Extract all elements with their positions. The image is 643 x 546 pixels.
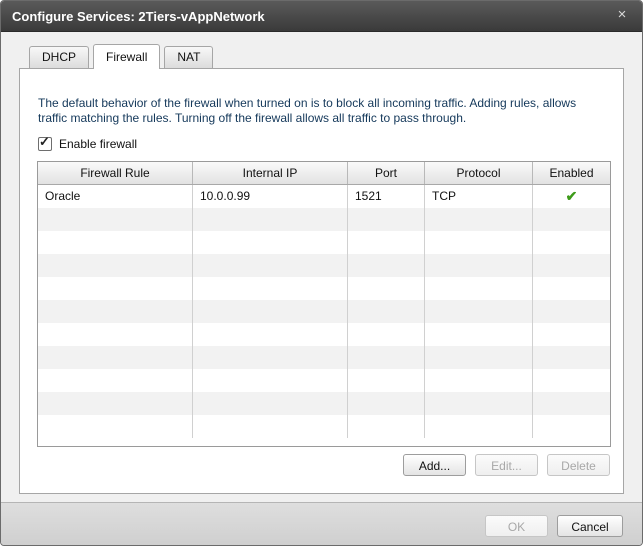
enabled-check-icon: ✔: [565, 188, 578, 204]
ok-button[interactable]: OK: [485, 515, 548, 537]
enable-firewall-checkbox[interactable]: ✓: [38, 134, 52, 151]
empty-table-row: [38, 300, 610, 323]
firewall-rules-table: Firewall Rule Internal IP Port Protocol …: [37, 161, 611, 447]
empty-table-row: [38, 392, 610, 415]
add-rule-button[interactable]: Add...: [403, 454, 466, 476]
firewall-panel: The default behavior of the firewall whe…: [19, 68, 624, 494]
column-header-firewall-rule[interactable]: Firewall Rule: [38, 162, 193, 184]
empty-table-row: [38, 369, 610, 392]
empty-table-row: [38, 208, 610, 231]
empty-table-row: [38, 323, 610, 346]
cancel-button[interactable]: Cancel: [557, 515, 623, 537]
title-bar[interactable]: Configure Services: 2Tiers-vAppNetwork ×: [1, 1, 642, 32]
firewall-description: The default behavior of the firewall whe…: [38, 96, 577, 125]
dialog-body: DHCP Firewall NAT The default behavior o…: [1, 32, 642, 502]
column-header-port[interactable]: Port: [348, 162, 425, 184]
configure-services-dialog: Configure Services: 2Tiers-vAppNetwork ×…: [0, 0, 643, 546]
column-header-internal-ip[interactable]: Internal IP: [193, 162, 348, 184]
cell-enabled: ✔: [533, 185, 610, 208]
close-icon[interactable]: ×: [614, 7, 630, 23]
empty-table-row: [38, 277, 610, 300]
column-header-enabled[interactable]: Enabled: [533, 162, 610, 184]
cell-protocol: TCP: [425, 185, 533, 208]
table-row[interactable]: Oracle 10.0.0.99 1521 TCP ✔: [38, 185, 610, 208]
tab-dhcp[interactable]: DHCP: [29, 46, 90, 68]
tab-firewall[interactable]: Firewall: [93, 44, 161, 69]
enable-firewall-row: ✓ Enable firewall: [38, 134, 137, 152]
delete-rule-button[interactable]: Delete: [547, 454, 610, 476]
table-header: Firewall Rule Internal IP Port Protocol …: [38, 162, 610, 185]
dialog-title: Configure Services: 2Tiers-vAppNetwork: [12, 9, 265, 24]
dialog-footer: OK Cancel: [1, 502, 642, 545]
checkmark-icon: ✓: [39, 134, 50, 149]
cell-rule-name: Oracle: [38, 185, 193, 208]
empty-table-row: [38, 254, 610, 277]
tab-bar: DHCP Firewall NAT: [29, 44, 217, 69]
column-header-protocol[interactable]: Protocol: [425, 162, 533, 184]
empty-table-row: [38, 346, 610, 369]
cell-port: 1521: [348, 185, 425, 208]
table-body: Oracle 10.0.0.99 1521 TCP ✔: [38, 185, 610, 438]
empty-table-row: [38, 231, 610, 254]
tab-nat[interactable]: NAT: [164, 46, 214, 68]
empty-table-row: [38, 415, 610, 438]
edit-rule-button[interactable]: Edit...: [475, 454, 538, 476]
cell-internal-ip: 10.0.0.99: [193, 185, 348, 208]
enable-firewall-label[interactable]: Enable firewall: [59, 137, 137, 151]
